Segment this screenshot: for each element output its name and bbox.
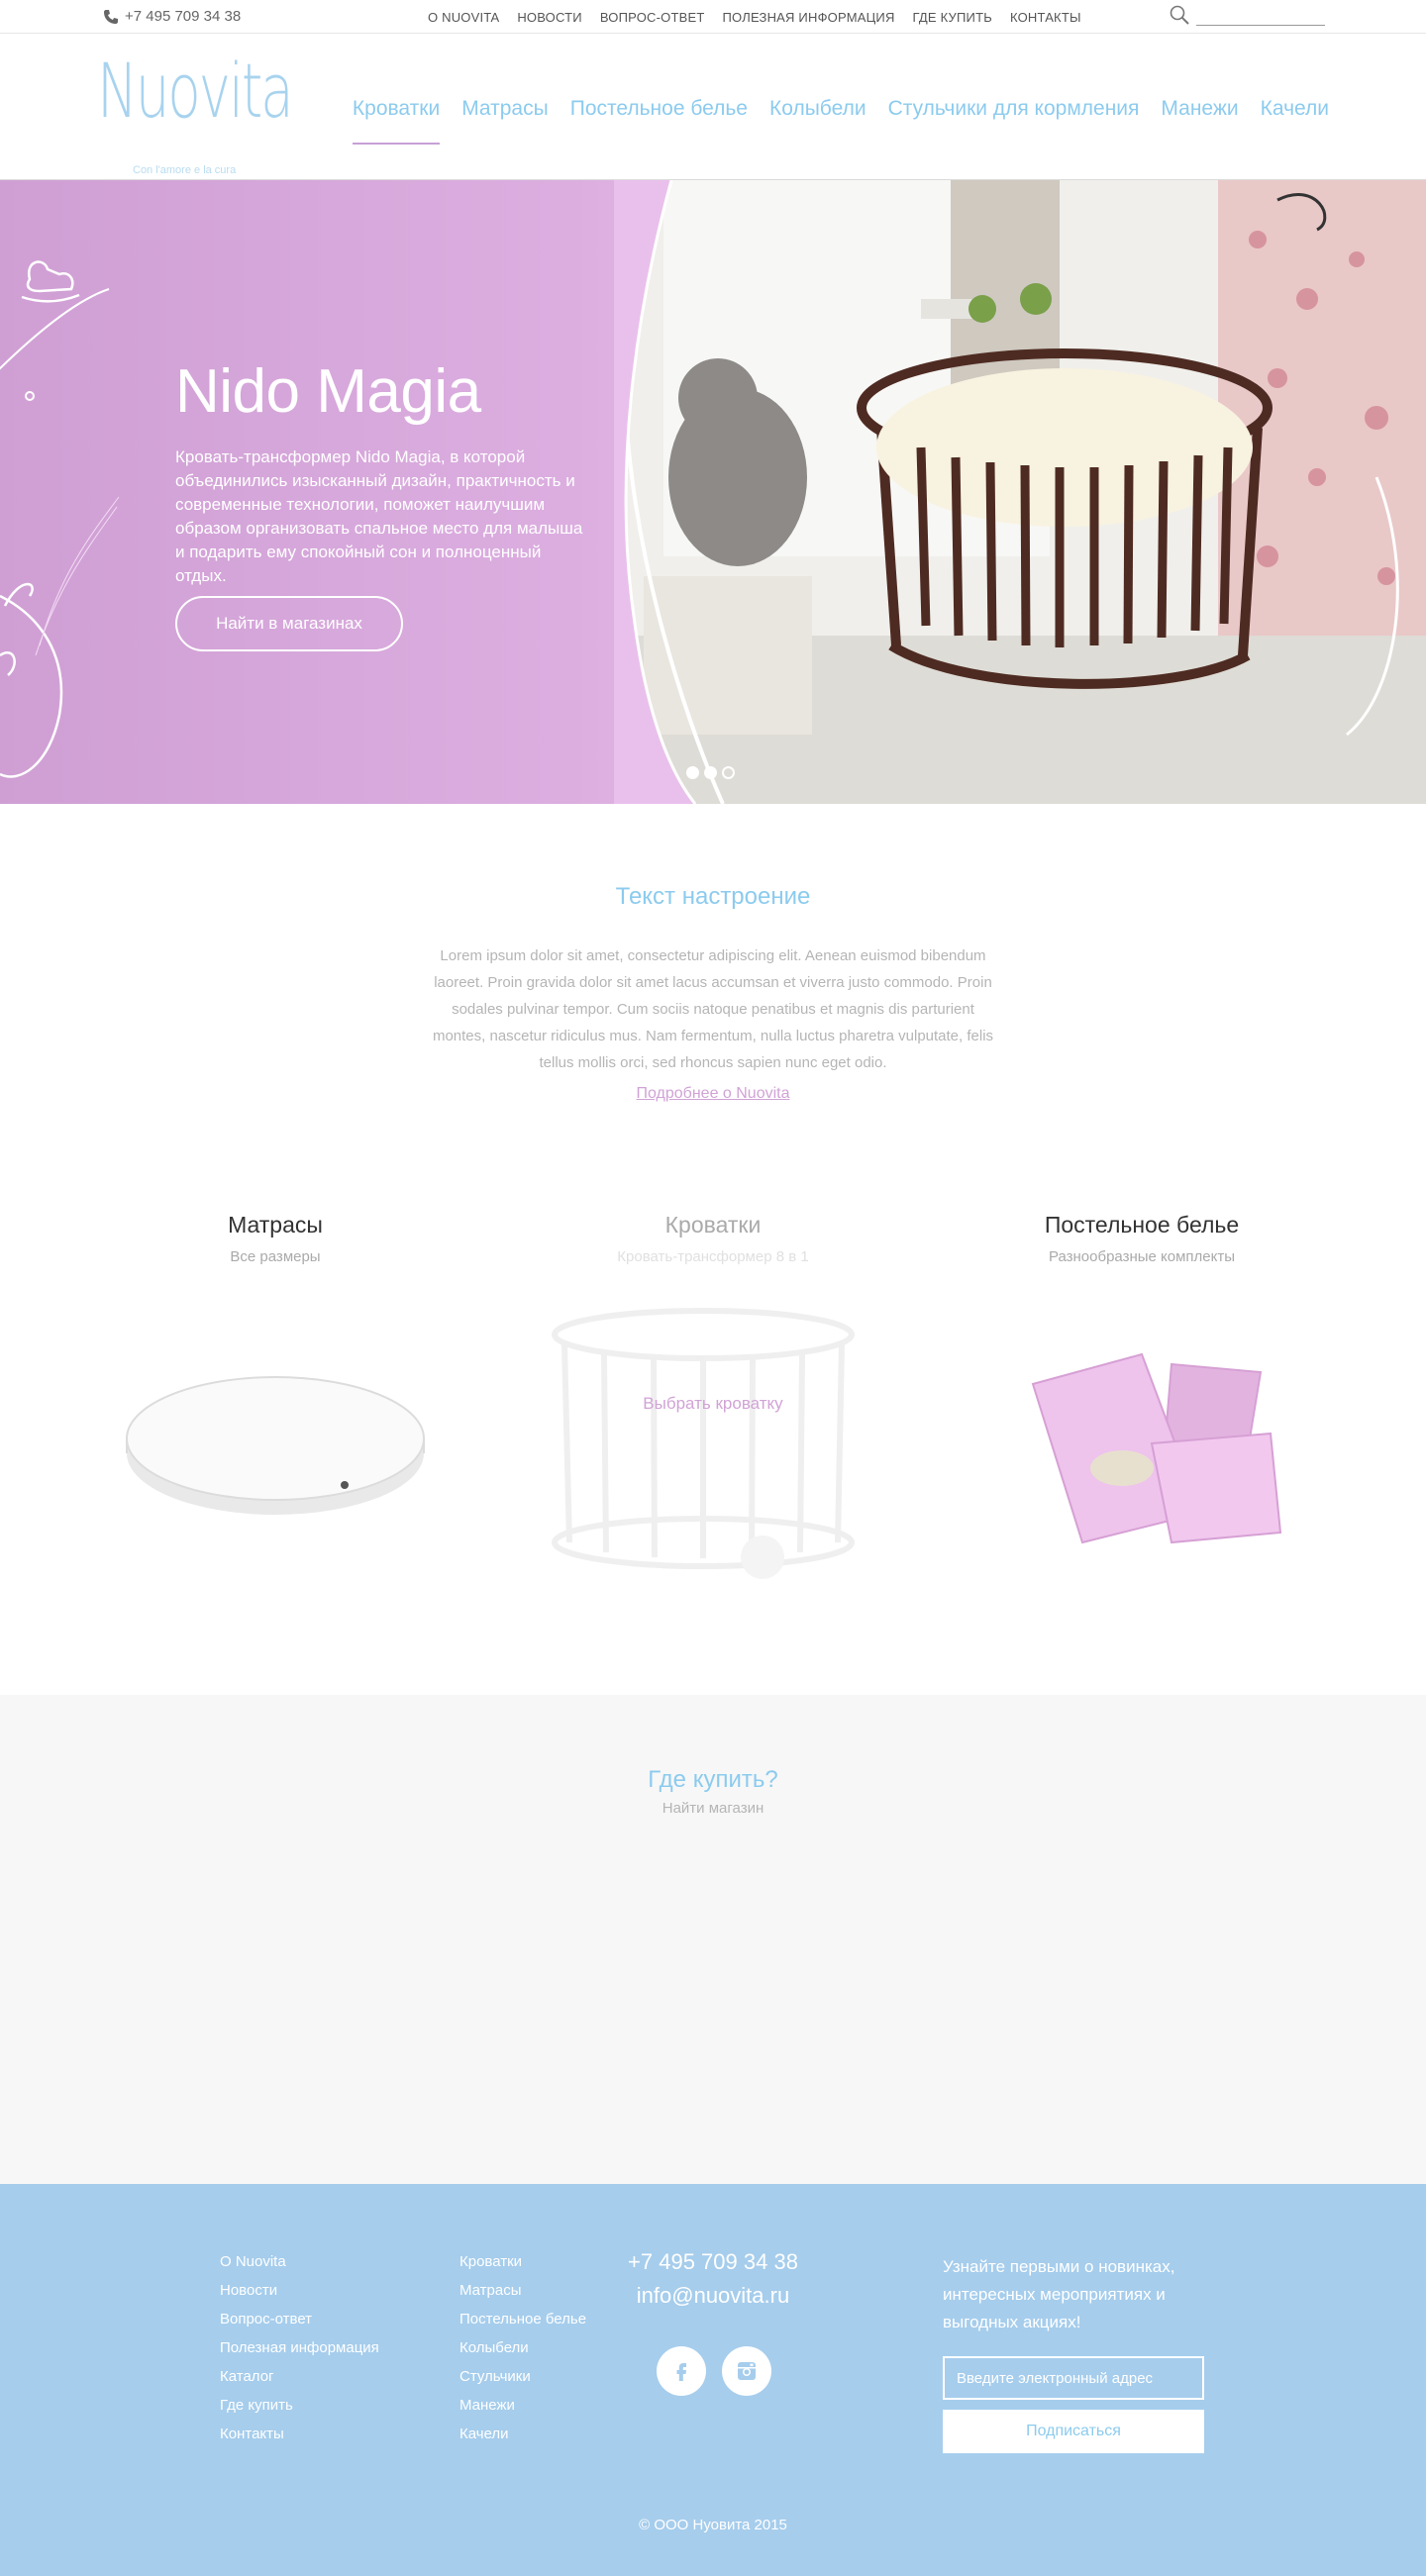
- product-title: Постельное белье: [1044, 1212, 1240, 1238]
- footer-link-cribs[interactable]: Кроватки: [459, 2247, 586, 2276]
- facebook-icon[interactable]: [657, 2346, 706, 2396]
- bedding-image: [973, 1295, 1310, 1592]
- product-categories: Матрасы Все размеры Кроватки Кровать-тра…: [0, 1150, 1426, 1695]
- phone-icon: [104, 9, 118, 24]
- subscribe-text: Узнайте первыми о новинках, интересных м…: [943, 2257, 1175, 2331]
- mood-text: Lorem ipsum dolor sit amet, consectetur …: [432, 947, 994, 1071]
- footer-link-mattresses[interactable]: Матрасы: [459, 2276, 586, 2305]
- product-card-mattresses[interactable]: Матрасы Все размеры: [67, 1212, 483, 1592]
- slider-dot-3[interactable]: [722, 766, 735, 779]
- top-nav-news[interactable]: НОВОСТИ: [517, 10, 582, 25]
- instagram-icon[interactable]: [722, 2346, 771, 2396]
- footer-contacts: +7 495 709 34 38 info@nuovita.ru: [614, 2249, 812, 2309]
- mattress-image: [107, 1295, 444, 1592]
- phone-number: +7 495 709 34 38: [125, 8, 242, 25]
- main-nav-mattresses[interactable]: Матрасы: [461, 97, 549, 121]
- main-nav: Кроватки Матрасы Постельное белье Колыбе…: [352, 97, 1329, 145]
- footer-link-playpens[interactable]: Манежи: [459, 2391, 586, 2420]
- product-subtitle: Все размеры: [230, 1248, 321, 1265]
- footer-link-news[interactable]: Новости: [220, 2276, 379, 2305]
- footer-link-cradles[interactable]: Колыбели: [459, 2333, 586, 2362]
- slider-dot-1[interactable]: [686, 766, 699, 779]
- footer-link-faq[interactable]: Вопрос-ответ: [220, 2305, 379, 2333]
- main-nav-bedding[interactable]: Постельное белье: [570, 97, 748, 121]
- mood-title: Текст настроение: [615, 883, 811, 910]
- top-phone[interactable]: +7 495 709 34 38: [103, 8, 241, 25]
- search: [1169, 4, 1325, 26]
- footer-link-swings[interactable]: Качели: [459, 2420, 586, 2448]
- copyright: © ООО Нуовита 2015: [639, 2517, 787, 2533]
- product-subtitle: Кровать-трансформер 8 в 1: [617, 1248, 809, 1265]
- logo-text: Nuovita: [97, 47, 294, 135]
- hero-photo: [622, 180, 1426, 804]
- footer-link-catalog[interactable]: Каталог: [220, 2362, 379, 2391]
- logo[interactable]: Nuovita Con l'amore e la cura: [97, 47, 294, 177]
- main-nav-cribs[interactable]: Кроватки: [352, 97, 441, 145]
- product-card-bedding[interactable]: Постельное белье Разнообразные комплекты: [934, 1212, 1350, 1592]
- subscribe-block: Узнайте первыми о новинках, интересных м…: [943, 2253, 1210, 2453]
- footer: О Nuovita Новости Вопрос-ответ Полезная …: [0, 2184, 1426, 2576]
- logo-tagline: Con l'amore e la cura: [133, 164, 237, 176]
- where-to-buy-section: Где купить? Найти магазин: [0, 1695, 1426, 2184]
- footer-phone[interactable]: +7 495 709 34 38: [614, 2249, 812, 2275]
- product-title: Кроватки: [664, 1212, 762, 1238]
- rocking-horse-decoration: [0, 260, 120, 778]
- header: Nuovita Con l'amore e la cura Кроватки М…: [0, 34, 1426, 180]
- crib-image: Выбрать кроватку: [545, 1295, 881, 1592]
- top-bar: +7 495 709 34 38 О NUOVITA НОВОСТИ ВОПРО…: [0, 0, 1426, 34]
- where-title: Где купить?: [648, 1766, 778, 1793]
- search-input[interactable]: [1196, 4, 1325, 26]
- footer-link-info[interactable]: Полезная информация: [220, 2333, 379, 2362]
- hero-slider: Nido Magia Кровать-трансформер Nido Magi…: [0, 180, 1426, 804]
- main-nav-playpens[interactable]: Манежи: [1161, 97, 1238, 121]
- footer-link-chairs[interactable]: Стульчики: [459, 2362, 586, 2391]
- product-title: Матрасы: [228, 1212, 323, 1238]
- top-nav-about[interactable]: О NUOVITA: [428, 10, 499, 25]
- slider-dot-2[interactable]: [704, 766, 717, 779]
- main-nav-highchairs[interactable]: Стульчики для кормления: [888, 97, 1140, 121]
- find-in-stores-button[interactable]: Найти в магазинах: [175, 596, 403, 651]
- top-nav-faq[interactable]: ВОПРОС-ОТВЕТ: [600, 10, 705, 25]
- footer-menu-company: О Nuovita Новости Вопрос-ответ Полезная …: [220, 2247, 379, 2448]
- mood-section: Текст настроение Lorem ipsum dolor sit a…: [0, 804, 1426, 1150]
- slider-dots: [686, 766, 735, 779]
- hero-description: Кровать-трансформер Nido Magia, в которо…: [175, 447, 583, 585]
- top-nav: О NUOVITA НОВОСТИ ВОПРОС-ОТВЕТ ПОЛЕЗНАЯ …: [428, 10, 1081, 25]
- more-about-link[interactable]: Подробнее о Nuovita: [0, 1085, 1426, 1103]
- footer-link-contacts[interactable]: Контакты: [220, 2420, 379, 2448]
- subscribe-email-input[interactable]: [943, 2356, 1204, 2400]
- top-nav-contacts[interactable]: КОНТАКТЫ: [1010, 10, 1081, 25]
- choose-crib-link[interactable]: Выбрать кроватку: [545, 1394, 881, 1414]
- top-nav-info[interactable]: ПОЛЕЗНАЯ ИНФОРМАЦИЯ: [723, 10, 895, 25]
- footer-menu-products: Кроватки Матрасы Постельное белье Колыбе…: [459, 2247, 586, 2448]
- hero-title: Nido Magia: [175, 357, 481, 426]
- footer-email[interactable]: info@nuovita.ru: [614, 2283, 812, 2309]
- subscribe-button[interactable]: Подписаться: [943, 2410, 1204, 2453]
- crib-illustration: [622, 180, 1426, 804]
- footer-link-about[interactable]: О Nuovita: [220, 2247, 379, 2276]
- footer-link-where[interactable]: Где купить: [220, 2391, 379, 2420]
- product-card-cribs[interactable]: Кроватки Кровать-трансформер 8 в 1 Выбра…: [505, 1212, 921, 1592]
- product-subtitle: Разнообразные комплекты: [1048, 1248, 1236, 1265]
- footer-link-bedding[interactable]: Постельное белье: [459, 2305, 586, 2333]
- social-links: [657, 2346, 771, 2396]
- find-store-link[interactable]: Найти магазин: [0, 1800, 1426, 1817]
- main-nav-swings[interactable]: Качели: [1261, 97, 1329, 121]
- hero-curve: [614, 180, 697, 804]
- top-nav-where[interactable]: ГДЕ КУПИТЬ: [913, 10, 992, 25]
- search-icon[interactable]: [1169, 4, 1190, 26]
- main-nav-cradles[interactable]: Колыбели: [769, 97, 866, 121]
